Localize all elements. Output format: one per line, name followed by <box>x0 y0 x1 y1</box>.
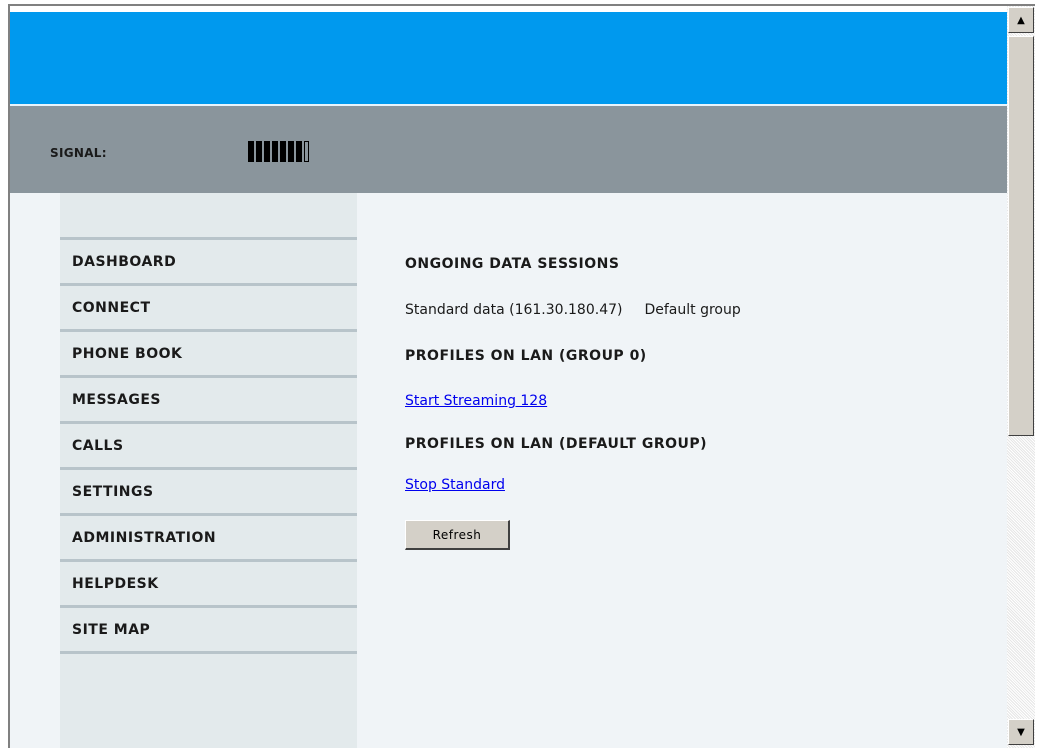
session-group: Default group <box>644 302 741 318</box>
sidebar-item-helpdesk[interactable]: HELPDESK <box>60 562 357 608</box>
scrollbar-thumb[interactable] <box>1008 36 1034 436</box>
sidebar-item-label: DASHBOARD <box>72 253 177 270</box>
signal-bar-filled <box>256 141 262 162</box>
arrow-up-icon[interactable]: ▲ <box>1008 7 1034 33</box>
sidebar-item-label: ADMINISTRATION <box>72 529 217 546</box>
sidebar-item-label: PHONE BOOK <box>72 345 183 362</box>
sidebar-item-administration[interactable]: ADMINISTRATION <box>60 516 357 562</box>
sidebar-item-phone-book[interactable]: PHONE BOOK <box>60 332 357 378</box>
sidebar-item-label: CALLS <box>72 437 124 454</box>
sidebar-item-calls[interactable]: CALLS <box>60 424 357 470</box>
signal-strength-indicator <box>248 141 309 163</box>
page-viewport: DASHBOARD CONNECT PHONE BOOK MESSAGES CA… <box>10 6 1007 748</box>
refresh-button[interactable]: Refresh <box>405 520 510 550</box>
header-banner <box>10 12 1007 104</box>
session-name: Standard data (161.30.180.47) <box>405 302 623 318</box>
sidebar-item-site-map[interactable]: SITE MAP <box>60 608 357 654</box>
sidebar-item-label: CONNECT <box>72 299 151 316</box>
sidebar-item-dashboard[interactable]: DASHBOARD <box>60 240 357 286</box>
signal-bar-filled <box>288 141 294 162</box>
signal-bar-filled <box>280 141 286 162</box>
session-row: Standard data (161.30.180.47) Default gro… <box>405 302 741 318</box>
sessions-heading: ONGOING DATA SESSIONS <box>405 256 620 272</box>
signal-bar-filled <box>264 141 270 162</box>
status-bar <box>10 106 1007 193</box>
sidebar-header <box>60 193 357 240</box>
sidebar-nav: DASHBOARD CONNECT PHONE BOOK MESSAGES CA… <box>60 193 357 748</box>
signal-bar-empty <box>304 141 309 162</box>
start-streaming-link[interactable]: Start Streaming 128 <box>405 393 547 409</box>
sidebar-item-label: MESSAGES <box>72 391 162 408</box>
signal-bar-filled <box>296 141 302 162</box>
signal-label: SIGNAL: <box>50 146 107 160</box>
arrow-down-icon[interactable]: ▼ <box>1008 719 1034 745</box>
browser-frame: DASHBOARD CONNECT PHONE BOOK MESSAGES CA… <box>8 4 1035 748</box>
sidebar-item-connect[interactable]: CONNECT <box>60 286 357 332</box>
vertical-scrollbar[interactable]: ▲ ▼ <box>1007 6 1035 748</box>
default-group-heading: PROFILES ON LAN (DEFAULT GROUP) <box>405 436 708 452</box>
stop-standard-link[interactable]: Stop Standard <box>405 477 505 493</box>
signal-bar-filled <box>248 141 254 162</box>
signal-bar-filled <box>272 141 278 162</box>
sidebar-item-messages[interactable]: MESSAGES <box>60 378 357 424</box>
sidebar-item-label: HELPDESK <box>72 575 159 592</box>
sidebar-item-label: SITE MAP <box>72 621 151 638</box>
sidebar-item-settings[interactable]: SETTINGS <box>60 470 357 516</box>
group0-heading: PROFILES ON LAN (GROUP 0) <box>405 348 647 364</box>
sidebar-item-label: SETTINGS <box>72 483 154 500</box>
